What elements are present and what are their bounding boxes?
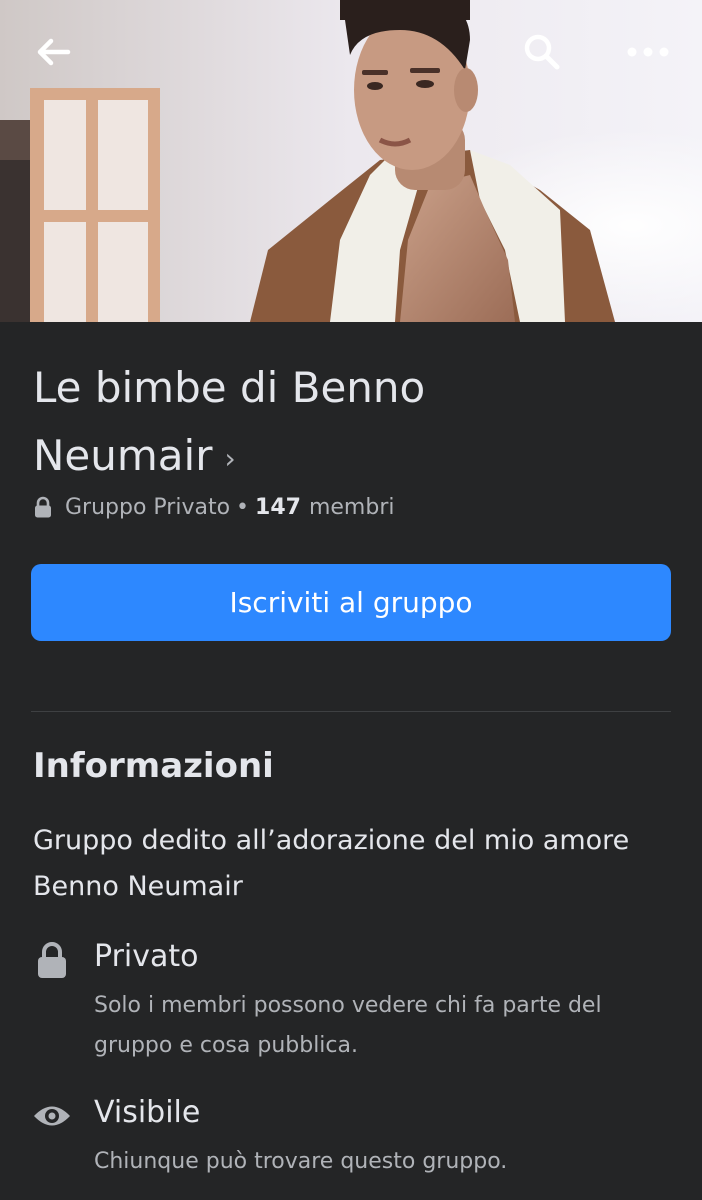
visibility-description: Chiunque può trovare questo gruppo. bbox=[94, 1149, 508, 1174]
more-options-button[interactable] bbox=[618, 22, 678, 82]
group-meta: Gruppo Privato • 147 membri bbox=[33, 490, 395, 524]
back-button[interactable] bbox=[24, 22, 84, 82]
lock-icon bbox=[30, 938, 74, 982]
visibility-label: Visibile bbox=[94, 1095, 201, 1130]
join-group-button[interactable]: Iscriviti al gruppo bbox=[31, 564, 671, 641]
privacy-description: Solo i membri possono vedere chi fa part… bbox=[94, 993, 602, 1058]
arrow-left-icon bbox=[37, 38, 71, 66]
group-info-panel: Le bimbe di Benno Neumair › Gruppo Privat… bbox=[0, 322, 702, 1200]
group-description: Gruppo dedito all’adorazione del mio amo… bbox=[33, 825, 630, 902]
chevron-right-icon: › bbox=[224, 442, 236, 475]
search-icon bbox=[524, 34, 560, 70]
lock-icon bbox=[33, 496, 53, 518]
members-label[interactable]: membri bbox=[309, 495, 395, 520]
more-horizontal-icon bbox=[627, 47, 669, 57]
eye-icon bbox=[30, 1094, 74, 1138]
member-count[interactable]: 147 bbox=[255, 495, 301, 520]
meta-separator: • bbox=[236, 494, 250, 520]
privacy-label: Gruppo Privato bbox=[65, 494, 231, 520]
group-cover-photo[interactable] bbox=[0, 0, 702, 322]
search-button[interactable] bbox=[512, 22, 572, 82]
cover-photo-image bbox=[0, 0, 702, 322]
privacy-label: Privato bbox=[94, 939, 199, 974]
divider bbox=[31, 711, 671, 712]
about-heading: Informazioni bbox=[33, 746, 274, 786]
group-title[interactable]: Le bimbe di Benno Neumair › bbox=[33, 354, 593, 493]
